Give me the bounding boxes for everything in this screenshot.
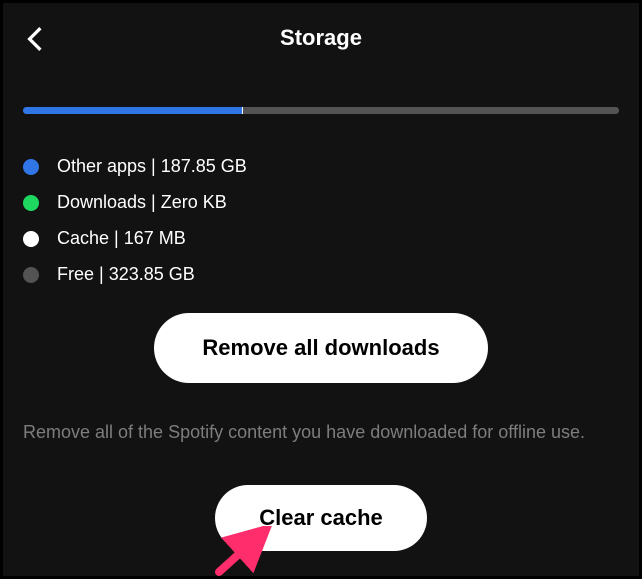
storage-bar: [23, 107, 619, 114]
chevron-left-icon: [24, 26, 46, 52]
legend-label: Downloads | Zero KB: [57, 192, 227, 213]
legend-label: Cache | 167 MB: [57, 228, 186, 249]
dot-icon: [23, 195, 39, 211]
storage-bar-free: [243, 107, 619, 114]
dot-icon: [23, 159, 39, 175]
storage-legend: Other apps | 187.85 GB Downloads | Zero …: [23, 156, 619, 285]
legend-item-other-apps: Other apps | 187.85 GB: [23, 156, 619, 177]
remove-downloads-button[interactable]: Remove all downloads: [154, 313, 487, 383]
page-title: Storage: [21, 25, 621, 51]
legend-label: Other apps | 187.85 GB: [57, 156, 247, 177]
legend-item-downloads: Downloads | Zero KB: [23, 192, 619, 213]
dot-icon: [23, 231, 39, 247]
header: Storage: [3, 3, 639, 57]
back-button[interactable]: [21, 25, 49, 53]
legend-item-free: Free | 323.85 GB: [23, 264, 619, 285]
clear-cache-button[interactable]: Clear cache: [215, 485, 427, 551]
remove-downloads-description: Remove all of the Spotify content you ha…: [23, 419, 619, 447]
legend-label: Free | 323.85 GB: [57, 264, 195, 285]
dot-icon: [23, 267, 39, 283]
storage-bar-other-apps: [23, 107, 242, 114]
legend-item-cache: Cache | 167 MB: [23, 228, 619, 249]
